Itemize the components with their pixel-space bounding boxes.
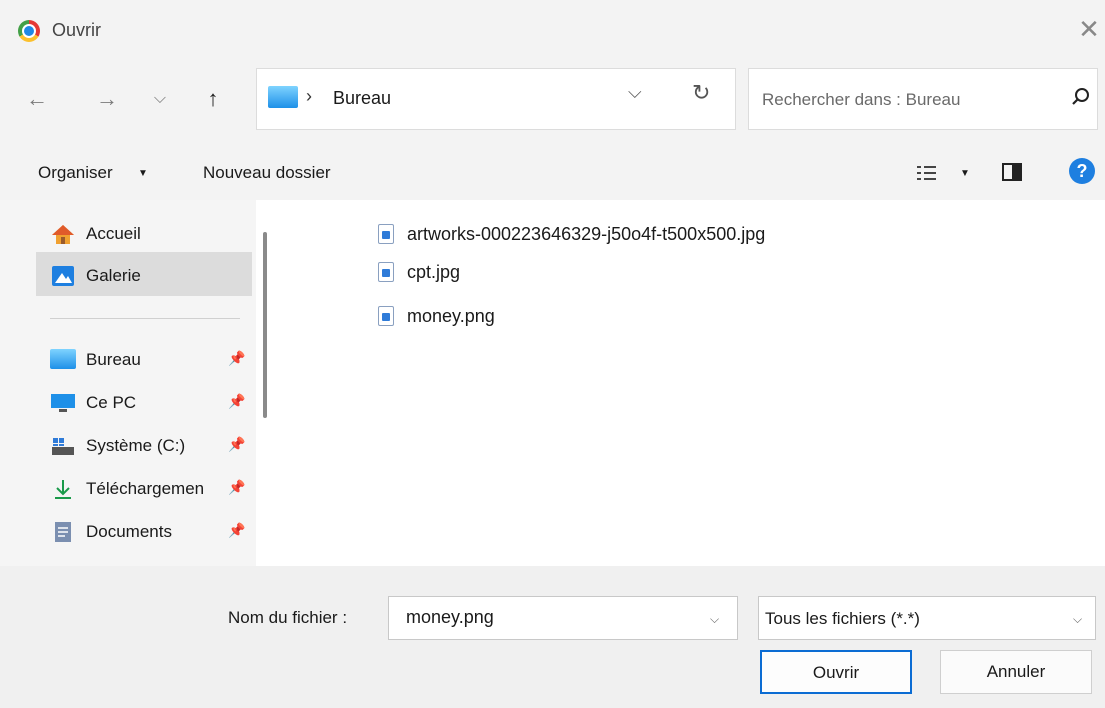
search-icon[interactable] [1068, 84, 1094, 110]
back-button[interactable]: ← [22, 84, 52, 114]
pin-icon[interactable]: 📌 [228, 522, 245, 539]
help-icon[interactable]: ? [1069, 158, 1095, 184]
sidebar-item-telechargements[interactable]: Téléchargemen 📌 [36, 469, 256, 509]
open-button[interactable]: Ouvrir [760, 650, 912, 694]
pin-icon[interactable]: 📌 [228, 350, 245, 367]
filename-label: Nom du fichier : [228, 608, 348, 627]
close-icon[interactable]: ✕ [1074, 14, 1104, 44]
file-list [286, 200, 1105, 566]
forward-button[interactable]: → [92, 84, 122, 114]
refresh-icon[interactable]: ↻ [692, 80, 710, 106]
sidebar-item-label: Ce PC [86, 393, 137, 412]
sidebar-item-documents[interactable]: Documents 📌 [36, 512, 256, 552]
computer-icon [51, 394, 75, 412]
chevron-down-icon[interactable]: ⌵ [710, 612, 719, 627]
sidebar-item-label: Téléchargemen [86, 479, 205, 498]
gallery-icon [52, 266, 74, 286]
sidebar-item-label: Système (C:) [86, 436, 186, 455]
pin-icon[interactable]: 📌 [228, 436, 245, 453]
view-options-icon[interactable] [916, 164, 938, 182]
window-title: Ouvrir [52, 20, 101, 40]
title-bar [0, 0, 1105, 62]
image-file-icon [378, 224, 394, 244]
caret-down-icon[interactable]: ▼ [138, 168, 148, 179]
preview-pane-icon[interactable] [1002, 163, 1022, 181]
chevron-down-icon[interactable]: ⌵ [1073, 612, 1082, 627]
toolbar [0, 145, 1105, 200]
chrome-logo-icon [18, 20, 40, 42]
download-icon [55, 480, 71, 499]
file-type-value[interactable]: Tous les fichiers (*.*) [765, 609, 920, 629]
image-file-icon [378, 262, 394, 282]
divider [50, 318, 240, 319]
filename-value[interactable]: money.png [406, 607, 494, 628]
new-folder-button[interactable]: Nouveau dossier [203, 163, 331, 183]
sidebar-item-label: Bureau [86, 350, 141, 369]
desktop-folder-icon [268, 86, 298, 108]
sidebar-item-galerie[interactable]: Galerie [36, 256, 256, 296]
file-name: cpt.jpg [407, 262, 461, 282]
sidebar-item-bureau[interactable]: Bureau 📌 [36, 340, 256, 380]
recent-locations-button[interactable]: ⌵ [145, 84, 175, 114]
sidebar-item-accueil[interactable]: Accueil [36, 214, 256, 254]
cancel-button[interactable]: Annuler [940, 650, 1092, 694]
drive-icon [52, 438, 74, 455]
file-name: artworks-000223646329-j50o4f-t500x500.jp… [407, 224, 766, 244]
breadcrumb-location[interactable]: Bureau [333, 88, 391, 109]
documents-icon [55, 522, 71, 542]
desktop-folder-icon [50, 349, 76, 369]
address-bar[interactable] [256, 68, 736, 130]
sidebar-item-label: Galerie [86, 266, 141, 285]
pin-icon[interactable]: 📌 [228, 393, 245, 410]
search-input[interactable]: Rechercher dans : Bureau [762, 90, 960, 110]
organise-button[interactable]: Organiser [38, 163, 113, 183]
sidebar-item-label: Accueil [86, 224, 141, 243]
sidebar-item-ce-pc[interactable]: Ce PC 📌 [36, 383, 256, 423]
pin-icon[interactable]: 📌 [228, 479, 245, 496]
breadcrumb-separator: › [306, 86, 312, 106]
up-button[interactable]: ↑ [198, 84, 228, 114]
sidebar-item-label: Documents [86, 522, 172, 541]
chevron-down-icon[interactable]: ⌵ [628, 82, 642, 103]
sidebar-item-systeme[interactable]: Système (C:) 📌 [36, 426, 256, 466]
home-icon [52, 225, 74, 244]
file-name: money.png [407, 306, 495, 326]
image-file-icon [378, 306, 394, 326]
sidebar-scrollbar[interactable] [263, 232, 267, 418]
caret-down-icon[interactable]: ▼ [960, 168, 970, 179]
